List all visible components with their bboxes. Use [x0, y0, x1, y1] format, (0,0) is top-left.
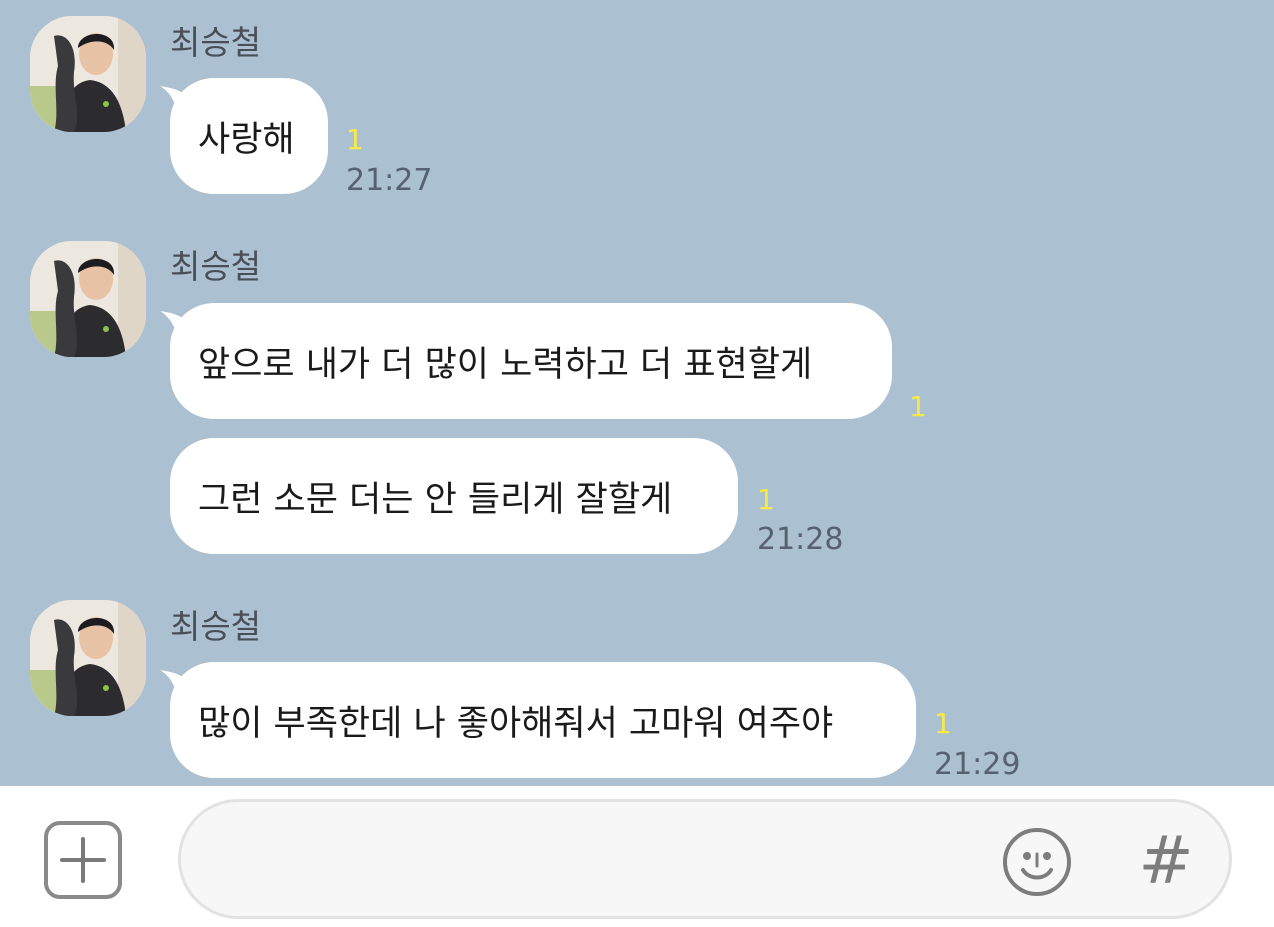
message-bubble[interactable]: 사랑해 — [170, 78, 328, 194]
profile-photo-icon — [30, 241, 146, 357]
avatar[interactable] — [30, 241, 146, 357]
message-time: 21:28 — [757, 522, 844, 557]
message-time: 21:27 — [346, 163, 433, 198]
message-time: 21:29 — [934, 747, 1021, 782]
plus-icon — [60, 837, 106, 883]
message-text: 많이 부족한데 나 좋아해줘서 고마워 여주야 — [198, 703, 834, 744]
add-attachment-button[interactable] — [44, 821, 122, 899]
avatar[interactable] — [30, 600, 146, 716]
unread-count: 1 — [909, 390, 927, 423]
avatar[interactable] — [30, 16, 146, 132]
unread-count: 1 — [757, 483, 775, 516]
sender-name: 최승철 — [170, 607, 262, 646]
message-bubble[interactable]: 그런 소문 더는 안 들리게 잘할게 — [170, 438, 738, 554]
message-text: 앞으로 내가 더 많이 노력하고 더 표현할게 — [198, 344, 813, 385]
message-input[interactable] — [221, 832, 985, 890]
profile-photo-icon — [30, 16, 146, 132]
chat-area[interactable]: 최승철 사랑해 1 21:27 최승철 앞으로 내가 더 많이 노력하고 더 표… — [0, 0, 1274, 786]
profile-photo-icon — [30, 600, 146, 716]
hashtag-search-button[interactable]: # — [1131, 816, 1201, 906]
emoji-button[interactable] — [1001, 826, 1073, 898]
sender-name: 최승철 — [170, 23, 262, 62]
sender-name: 최승철 — [170, 247, 262, 286]
message-text: 사랑해 — [198, 119, 295, 160]
message-text-field[interactable]: # — [178, 799, 1232, 919]
unread-count: 1 — [346, 123, 364, 156]
unread-count: 1 — [934, 707, 952, 740]
message-text: 그런 소문 더는 안 들리게 잘할게 — [198, 479, 673, 520]
message-bubble[interactable]: 많이 부족한데 나 좋아해줘서 고마워 여주야 — [170, 662, 916, 778]
smiley-icon — [1003, 828, 1071, 896]
message-input-bar: # — [0, 786, 1274, 927]
message-bubble[interactable]: 앞으로 내가 더 많이 노력하고 더 표현할게 — [170, 303, 892, 419]
